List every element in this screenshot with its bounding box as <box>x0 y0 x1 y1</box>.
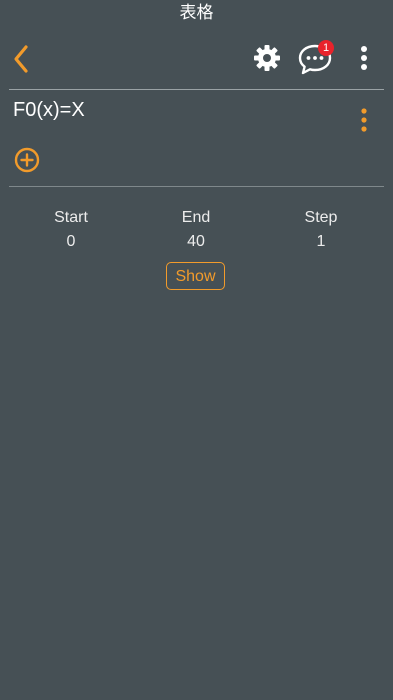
step-column[interactable]: Step 1 <box>271 207 371 253</box>
notification-badge: 1 <box>318 40 334 56</box>
gear-icon <box>254 45 280 71</box>
page-title: 表格 <box>179 3 214 23</box>
overflow-menu-button[interactable] <box>354 44 374 74</box>
section-divider <box>9 186 384 187</box>
more-vert-icon <box>361 46 367 70</box>
back-icon <box>14 45 28 73</box>
show-button[interactable]: Show <box>166 262 225 290</box>
step-value[interactable]: 1 <box>271 231 371 253</box>
add-circle-icon <box>14 147 40 173</box>
header-divider <box>9 89 384 90</box>
start-label: Start <box>54 209 88 226</box>
end-label: End <box>181 209 211 226</box>
back-button[interactable] <box>8 42 38 76</box>
start-column[interactable]: Start 0 <box>21 207 121 253</box>
function-label[interactable]: F0(x)=X <box>13 97 85 123</box>
settings-button[interactable] <box>252 43 282 73</box>
start-value[interactable]: 0 <box>21 231 121 253</box>
add-function-button[interactable] <box>13 146 41 174</box>
end-column[interactable]: End 40 <box>146 207 246 253</box>
function-menu-button[interactable] <box>354 107 374 135</box>
end-value[interactable]: 40 <box>146 231 246 253</box>
step-label: Step <box>304 209 338 226</box>
more-vert-icon <box>361 108 367 132</box>
